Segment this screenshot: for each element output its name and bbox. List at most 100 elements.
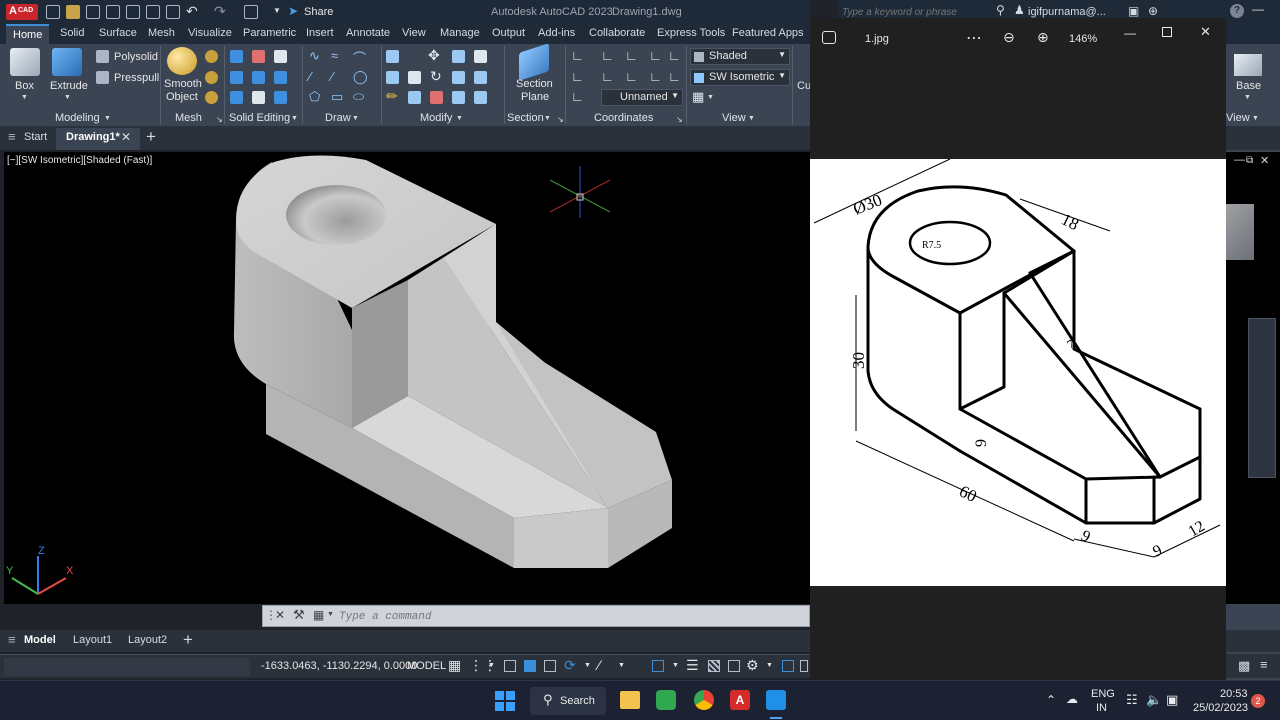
xline-icon[interactable]: ∕ [331,69,333,84]
command-customize-icon[interactable]: ⚒ [293,607,305,623]
navigation-bar[interactable] [1248,318,1276,478]
tab-surface[interactable]: Surface [99,27,137,39]
tab-parametric[interactable]: Parametric [243,27,296,39]
tab-annotate[interactable]: Annotate [346,27,390,39]
mesh-panel-title[interactable]: Mesh [175,112,202,124]
model-space-toggle[interactable]: MODEL [407,660,446,672]
cart-icon[interactable]: ▣ [1128,4,1139,18]
wifi-icon[interactable]: ☷ [1126,692,1138,708]
move-icon[interactable]: ✥ [428,47,440,64]
workspace-icon[interactable] [244,5,258,19]
separate-icon[interactable] [230,91,243,104]
thicken-icon[interactable] [274,91,287,104]
base-view-icon[interactable] [1234,54,1262,76]
lineweight-icon[interactable]: ☰ [686,657,699,674]
tab-mesh[interactable]: Mesh [148,27,175,39]
qat-dropdown-icon[interactable]: ▼ [273,6,281,15]
ucs-x-icon[interactable]: ∟ [649,48,662,63]
share-button[interactable]: Share [304,6,333,18]
isodraft-dropdown-icon[interactable]: ▼ [584,662,591,669]
solid-editing-panel-title[interactable]: Solid Editing [229,112,290,124]
base-view-label[interactable]: Base [1236,80,1261,92]
photos-taskbar-icon[interactable] [766,690,786,710]
extrude-dropdown-icon[interactable]: ▼ [64,94,71,101]
ellipse-icon[interactable]: ⬭ [353,89,364,105]
viewport-config-dropdown-icon[interactable]: ▼ [707,94,714,101]
ucs-icon[interactable]: ∟ [571,48,584,63]
section-label[interactable]: Section [516,78,553,90]
ucs-z-icon[interactable]: ∟ [668,48,681,63]
add-layout-icon[interactable]: + [183,630,193,650]
open-folder-icon[interactable] [66,5,80,19]
zoom-out-icon[interactable]: ⊖ [1003,29,1015,46]
cloud-save-icon[interactable] [126,5,140,19]
model-tab[interactable]: Model [24,634,56,646]
draw-panel-title[interactable]: Draw [325,112,351,124]
battery-icon[interactable]: ▣ [1166,692,1178,708]
polygon-icon[interactable]: ⬠ [309,89,320,105]
user-name[interactable]: igifpurnama@... [1028,6,1106,18]
polysolid-button[interactable]: Polysolid [114,51,158,63]
new-file-icon[interactable] [46,5,60,19]
spline-icon[interactable]: ≈ [331,48,338,63]
polyline-icon[interactable]: ∿ [309,48,320,64]
coordinates-panel-launcher-icon[interactable]: ↘ [676,115,683,124]
viewcube-icon[interactable] [1226,204,1254,260]
rotate-icon[interactable]: ↻ [430,68,442,85]
fillet-edge-icon[interactable] [230,71,243,84]
mesh-panel-launcher-icon[interactable]: ↘ [216,115,223,124]
solid-editing-dropdown-icon[interactable]: ▼ [291,115,298,122]
camtasia-icon[interactable] [656,690,676,710]
ucs-view-icon[interactable]: ∟ [571,69,584,84]
osnap-dropdown-icon[interactable]: ▼ [618,662,625,669]
command-input[interactable] [339,608,799,625]
save-icon[interactable] [86,5,100,19]
close-tab-icon[interactable]: ✕ [121,130,131,144]
notification-badge[interactable]: 2 [1251,694,1265,708]
arc-icon[interactable]: ⌒ [353,48,366,67]
visual-style-dropdown[interactable]: Shaded ▼ [690,48,790,65]
technical-drawing-image[interactable]: Ø30 R7.5 18 30 7 9 60 9 9 12 [810,159,1226,586]
redo-icon[interactable]: ↷ [214,3,226,20]
tab-menu-icon[interactable]: ≡ [8,129,16,144]
object-snap-tracking-icon[interactable]: ∕ [598,657,600,673]
box-button-label[interactable]: Box [15,80,34,92]
language-in[interactable]: IN [1096,702,1107,714]
ucs-named-icon[interactable]: ∟ [571,89,584,104]
command-history-dropdown-icon[interactable]: ▼ [327,611,334,618]
erase-icon[interactable] [474,50,487,63]
offset-icon[interactable] [430,91,443,104]
show-hidden-icons[interactable]: ⌃ [1046,693,1056,707]
zoom-level[interactable]: 146% [1069,33,1097,45]
cursor-coordinates[interactable]: -1633.0463, -1130.2294, 0.0000 [261,660,417,672]
windows-start-icon[interactable] [495,691,515,711]
copy-icon[interactable] [386,71,399,84]
smooth-object-icon[interactable] [167,47,197,75]
clock-date[interactable]: 25/02/2023 [1193,702,1248,714]
layout-menu-icon[interactable]: ≡ [8,632,16,647]
plot-icon[interactable] [146,5,160,19]
minimize-icon[interactable]: — [1252,2,1264,16]
snap-dropdown-icon[interactable]: ▼ [488,662,495,669]
grid-icon[interactable]: ▦ [448,657,461,674]
customization-icon[interactable]: ≡ [1260,657,1268,672]
section-plane-icon[interactable] [519,43,549,81]
layout2-tab[interactable]: Layout2 [128,634,167,646]
mesh-tool-3-icon[interactable] [205,91,218,104]
file-explorer-icon[interactable] [620,691,640,709]
isodraft-icon[interactable]: ⟳ [564,657,576,674]
tab-manage[interactable]: Manage [440,27,480,39]
new-tab-icon[interactable]: + [146,127,156,147]
transparency-icon[interactable] [708,660,720,672]
modeling-panel-title[interactable]: Modeling [55,112,100,124]
autocad-taskbar-icon[interactable]: A [730,690,750,710]
more-options-icon[interactable]: ⋯ [966,28,982,48]
tray-app-icon[interactable]: ☁ [1066,692,1078,706]
rectangle-icon[interactable]: ▭ [331,89,343,105]
box-dropdown-icon[interactable]: ▼ [21,94,28,101]
command-history-icon[interactable]: ▦ [313,608,324,622]
draw-panel-dropdown-icon[interactable]: ▼ [352,115,359,122]
coordinates-panel-title[interactable]: Coordinates [594,112,653,124]
tab-collaborate[interactable]: Collaborate [589,27,645,39]
viewport-restore-icon[interactable]: ⧉ [1246,155,1253,166]
